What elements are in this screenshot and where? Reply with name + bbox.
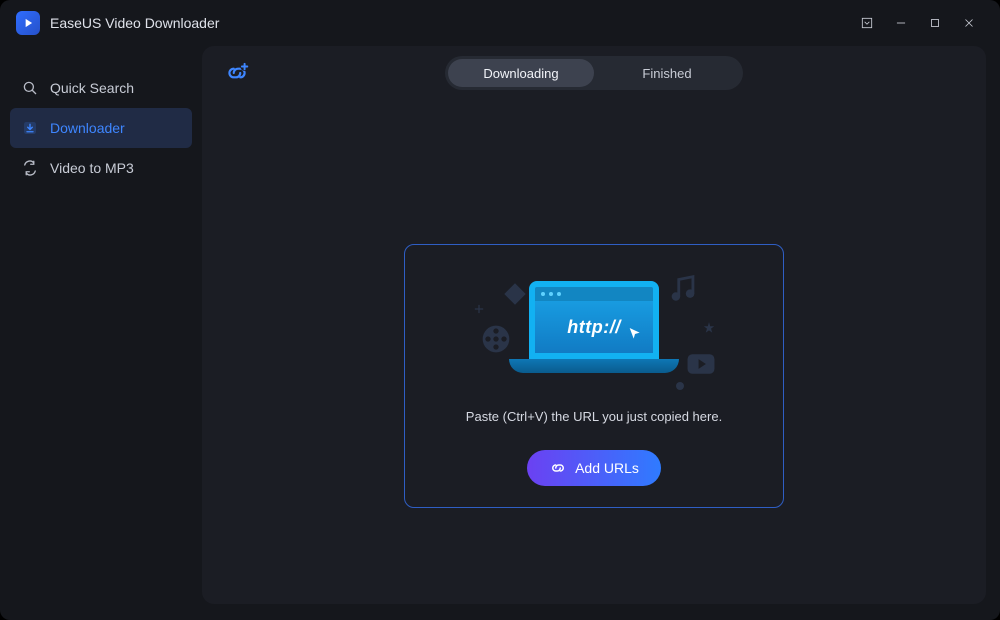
cursor-icon [627,326,643,347]
sidebar-item-downloader[interactable]: Downloader [10,108,192,148]
play-icon [21,16,35,30]
titlebar: EaseUS Video Downloader [0,0,1000,46]
sidebar-item-video-to-mp3[interactable]: Video to MP3 [10,148,192,188]
maximize-icon [928,16,942,30]
chevron-down-box-icon [860,16,874,30]
star-icon [702,321,716,335]
tab-label: Finished [642,66,691,81]
dropdown-button[interactable] [850,8,884,38]
sidebar-item-label: Quick Search [50,80,134,96]
sidebar-item-quick-search[interactable]: Quick Search [10,68,192,108]
empty-state-panel: http:// Paste (Ctrl+V) the URL you just … [404,244,784,508]
search-icon [20,78,40,98]
convert-icon [20,158,40,178]
empty-hint-text: Paste (Ctrl+V) the URL you just copied h… [466,409,722,424]
sidebar: Quick Search Downloader Video to MP3 [0,46,202,620]
dot-icon [676,377,684,385]
tab-label: Downloading [483,66,558,81]
laptop-graphic: http:// [514,281,674,373]
add-urls-button[interactable]: Add URLs [527,450,661,486]
download-icon [20,118,40,138]
tabs: Downloading Finished [445,56,743,90]
app-title: EaseUS Video Downloader [50,15,219,31]
close-icon [962,16,976,30]
film-reel-icon [480,323,512,355]
empty-illustration: http:// [444,267,744,387]
app-logo [16,11,40,35]
minimize-button[interactable] [884,8,918,38]
sparkle-icon [474,301,484,311]
add-urls-label: Add URLs [575,460,639,476]
video-badge-icon [686,353,716,375]
close-button[interactable] [952,8,986,38]
maximize-button[interactable] [918,8,952,38]
link-icon [549,459,567,477]
content-topbar: Downloading Finished [202,46,986,100]
screen-http-text: http:// [567,317,620,338]
sidebar-item-label: Downloader [50,120,125,136]
minimize-icon [894,16,908,30]
tab-downloading[interactable]: Downloading [448,59,594,87]
add-link-icon-button[interactable] [224,60,250,86]
link-plus-icon [224,60,250,86]
tab-finished[interactable]: Finished [594,59,740,87]
content-panel: Downloading Finished [202,46,986,604]
sidebar-item-label: Video to MP3 [50,160,134,176]
